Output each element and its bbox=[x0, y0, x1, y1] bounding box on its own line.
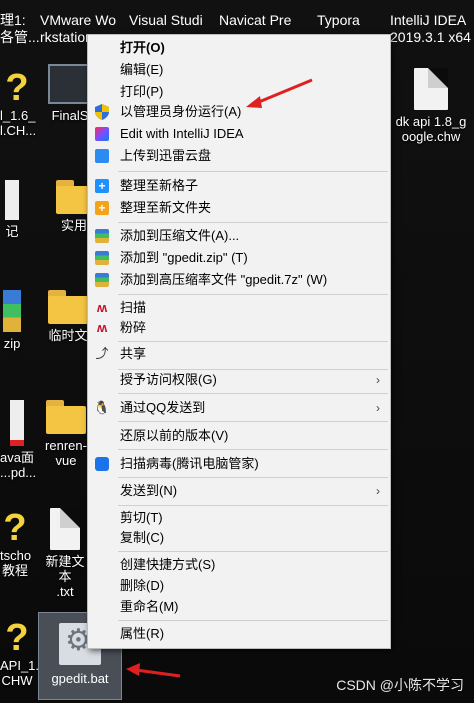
menu-item-edit-intellij[interactable]: Edit with IntelliJ IDEA bbox=[88, 123, 390, 145]
folder-icon bbox=[48, 290, 88, 324]
menu-item-grant-access[interactable]: 授予访问权限(G) › bbox=[88, 369, 390, 391]
menu-item-add-zip[interactable]: 添加到 "gpedit.zip" (T) bbox=[88, 247, 390, 269]
menu-item-print[interactable]: 打印(P) bbox=[88, 81, 390, 103]
menu-item-organize-folder[interactable]: + 整理至新文件夹 bbox=[88, 197, 390, 219]
qq-penguin-icon: 🐧 bbox=[93, 400, 111, 415]
menu-item-create-shortcut[interactable]: 创建快捷方式(S) bbox=[88, 554, 390, 576]
uac-shield-icon bbox=[94, 104, 110, 120]
chevron-right-icon: › bbox=[376, 373, 380, 387]
menu-item-tencent-scan[interactable]: 扫描病毒(腾讯电脑管家) bbox=[88, 453, 390, 475]
menu-separator bbox=[118, 222, 388, 223]
menu-item-send-qq[interactable]: 🐧 通过QQ发送到 › bbox=[88, 397, 390, 419]
menu-separator bbox=[118, 341, 388, 342]
thunder-cloud-icon bbox=[94, 148, 110, 164]
menu-item-restore-versions[interactable]: 还原以前的版本(V) bbox=[88, 425, 390, 447]
desktop-icon-left-3[interactable]: zip bbox=[0, 290, 24, 351]
pdf-icon bbox=[10, 400, 24, 446]
document-icon bbox=[5, 180, 19, 220]
menu-separator bbox=[118, 393, 388, 394]
desktop-icon-intellij[interactable]: IntelliJ IDEA 2019.3.1 x64 bbox=[390, 12, 471, 46]
menu-separator bbox=[118, 294, 388, 295]
menu-item-rename[interactable]: 重命名(M) bbox=[88, 596, 390, 618]
annotation-arrow-run-admin bbox=[246, 78, 313, 108]
menu-item-add-7z[interactable]: 添加到高压缩率文件 "gpedit.7z" (W) bbox=[88, 269, 390, 291]
help-file-icon: ? bbox=[3, 507, 27, 549]
desktop-icon-jdk-api[interactable]: dk api 1.8_g oogle.chw bbox=[388, 68, 474, 144]
desktop-icon-finalshell[interactable]: FinalS bbox=[48, 64, 92, 123]
zip-archive-icon bbox=[3, 290, 21, 332]
menu-item-share[interactable]: ⤴ 共享 bbox=[88, 343, 390, 365]
desktop-icon-typora[interactable]: Typora bbox=[317, 12, 360, 29]
context-menu: 打开(O) 编辑(E) 打印(P) 以管理员身份运行(A) Edit with … bbox=[87, 34, 391, 649]
chevron-right-icon: › bbox=[376, 484, 380, 498]
tencent-shield-icon bbox=[94, 456, 110, 472]
desktop-icon-left-1[interactable]: ? l_1.6_ l.CH... bbox=[0, 67, 36, 138]
menu-item-cut[interactable]: 剪切(T) bbox=[88, 507, 390, 529]
watermark: CSDN @小陈不学习 bbox=[336, 677, 464, 693]
text-file-icon bbox=[50, 508, 80, 550]
menu-item-add-archive[interactable]: 添加到压缩文件(A)... bbox=[88, 225, 390, 247]
menu-separator bbox=[118, 620, 388, 621]
archive-icon bbox=[94, 228, 110, 244]
intellij-icon bbox=[94, 126, 110, 142]
desktop-icon-left-2[interactable]: 记 bbox=[0, 180, 24, 239]
menu-item-run-as-admin[interactable]: 以管理员身份运行(A) bbox=[88, 101, 390, 123]
menu-item-properties[interactable]: 属性(R) bbox=[88, 623, 390, 645]
menu-separator bbox=[118, 171, 388, 172]
mcafee-icon: ʍ bbox=[96, 300, 108, 315]
help-file-icon: ? bbox=[5, 67, 29, 109]
menu-separator bbox=[118, 421, 388, 422]
app-icon bbox=[48, 64, 92, 104]
desktop-icon-left-5[interactable]: ? tscho 教程 bbox=[0, 507, 31, 578]
menu-item-send-to[interactable]: 发送到(N) › bbox=[88, 480, 390, 502]
desktop-icon-folder-2[interactable]: 临时文 bbox=[46, 290, 90, 343]
menu-item-delete[interactable]: 删除(D) bbox=[88, 575, 390, 597]
menu-separator bbox=[118, 449, 388, 450]
archive-icon bbox=[94, 250, 110, 266]
chevron-right-icon: › bbox=[376, 401, 380, 415]
desktop-icon-visual-studio[interactable]: Visual Studi bbox=[129, 12, 203, 29]
chw-file-icon bbox=[414, 68, 448, 110]
desktop-icon-top-1[interactable]: 理1: 各管... bbox=[0, 12, 40, 46]
desktop-icon-left-6[interactable]: ? API_1. CHW bbox=[0, 617, 39, 688]
menu-item-edit[interactable]: 编辑(E) bbox=[88, 59, 390, 81]
selected-file-label: gpedit.bat bbox=[51, 671, 109, 686]
menu-separator bbox=[118, 551, 388, 552]
menu-item-copy[interactable]: 复制(C) bbox=[88, 527, 390, 549]
plus-orange-icon: + bbox=[94, 200, 110, 216]
archive-icon bbox=[94, 272, 110, 288]
menu-item-organize-grid[interactable]: + 整理至新格子 bbox=[88, 175, 390, 197]
share-icon: ⤴ bbox=[95, 346, 109, 361]
folder-icon bbox=[46, 400, 86, 434]
menu-separator bbox=[118, 505, 388, 506]
desktop-icon-folder-3[interactable]: renren- vue bbox=[42, 400, 90, 468]
annotation-arrow-gpedit bbox=[126, 663, 181, 678]
plus-blue-icon: + bbox=[94, 178, 110, 194]
menu-item-shred[interactable]: ʍ 粉碎 bbox=[88, 317, 390, 339]
menu-item-thunder-upload[interactable]: 上传到迅雷云盘 bbox=[88, 145, 390, 167]
menu-item-scan[interactable]: ʍ 扫描 bbox=[88, 297, 390, 319]
desktop-icon-text-file[interactable]: 新建文本 .txt bbox=[40, 508, 90, 599]
mcafee-icon: ʍ bbox=[96, 320, 108, 335]
menu-item-open[interactable]: 打开(O) bbox=[88, 37, 390, 59]
desktop-icon-navicat[interactable]: Navicat Pre bbox=[219, 12, 291, 29]
help-file-icon: ? bbox=[5, 617, 29, 659]
desktop-icon-left-4[interactable]: ava面 ...pd... bbox=[0, 400, 36, 480]
menu-separator bbox=[118, 477, 388, 478]
